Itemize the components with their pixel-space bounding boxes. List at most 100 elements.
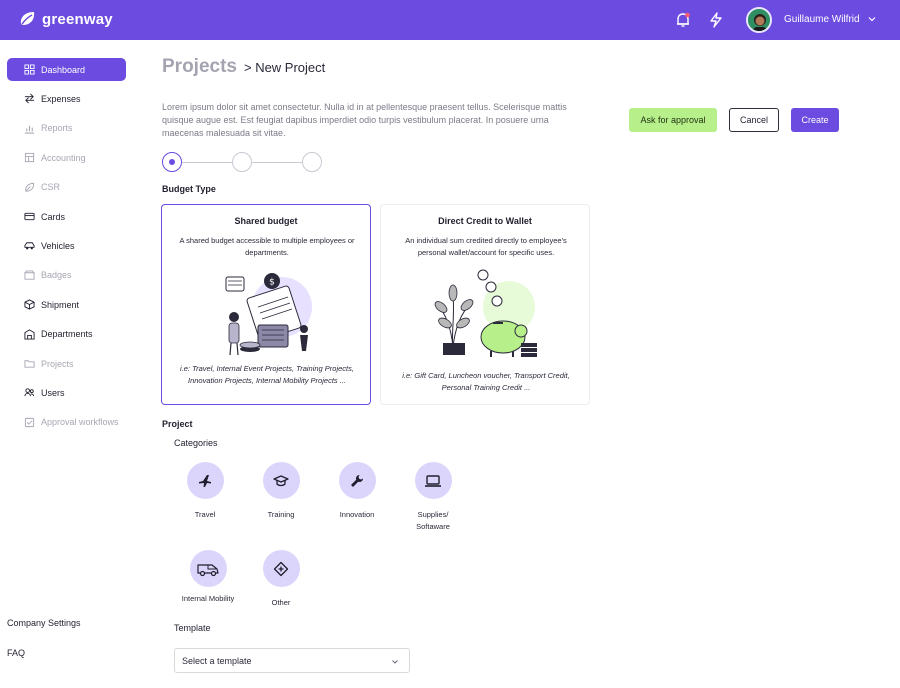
sidebar-item-expenses[interactable]: Expenses	[7, 87, 126, 110]
sidebar-item-label: Badges	[41, 270, 72, 281]
laptop-icon	[425, 474, 441, 487]
faq-link[interactable]: FAQ	[7, 648, 25, 658]
sidebar-item-label: Users	[41, 387, 65, 398]
category-label: Training	[267, 510, 295, 519]
wallet-credit-illustration	[434, 269, 537, 357]
category-other[interactable]: Other	[241, 550, 321, 609]
category-innovation[interactable]: Innovation	[317, 462, 397, 521]
category-circle	[262, 462, 300, 499]
category-circle	[338, 462, 376, 499]
template-select[interactable]: Select a template	[174, 648, 410, 673]
budget-card-description: An individual sum credited directly to e…	[405, 236, 567, 257]
sidebar-item-approval-workflows[interactable]: Approval workflows	[7, 411, 126, 434]
arrows-icon	[24, 93, 35, 104]
cancel-button[interactable]: Cancel	[729, 108, 779, 132]
sidebar-item-label: Projects	[41, 358, 74, 369]
user-name[interactable]: Guillaume Wilfrid	[784, 14, 860, 25]
stepper-line	[252, 162, 302, 163]
sidebar-item-departments[interactable]: Departments	[7, 323, 126, 346]
sidebar-item-vehicles[interactable]: Vehicles	[7, 234, 126, 257]
plane-icon	[199, 474, 211, 487]
brand-leaf-icon	[20, 12, 35, 25]
sidebar-item-label: Expenses	[41, 93, 81, 104]
company-settings-link[interactable]: Company Settings	[7, 618, 81, 628]
sidebar-item-dashboard[interactable]: Dashboard	[7, 58, 126, 81]
stepper-line	[182, 162, 232, 163]
users-icon	[24, 387, 35, 398]
ask-approval-button[interactable]: Ask for approval	[629, 108, 717, 132]
sidebar-item-cards[interactable]: Cards	[7, 205, 126, 228]
budget-card-shared[interactable]: Shared budget A shared budget accessible…	[161, 204, 371, 405]
sidebar-item-label: Approval workflows	[41, 417, 119, 428]
wrench-icon	[351, 474, 363, 487]
categories-title: Categories	[174, 438, 218, 448]
chevron-down-icon[interactable]	[866, 13, 878, 25]
card-icon	[24, 211, 35, 222]
template-select-value: Select a template	[182, 655, 252, 666]
notification-bell-icon[interactable]	[674, 11, 692, 29]
category-circle	[262, 550, 300, 587]
project-section-title: Project	[162, 419, 193, 429]
sidebar-item-label: Departments	[41, 329, 93, 340]
top-bar: greenway Guillaume Wilfrid	[0, 0, 900, 40]
graduation-cap-icon	[273, 474, 289, 486]
brand-logo[interactable]: greenway	[18, 9, 113, 29]
sidebar-item-badges[interactable]: Badges	[7, 264, 126, 287]
budget-card-examples: i.e: Travel, Internal Event Projects, Tr…	[180, 364, 354, 385]
category-circle	[186, 462, 224, 499]
category-label: Innovation	[339, 510, 375, 519]
category-circle	[414, 462, 452, 499]
sidebar-item-accounting[interactable]: Accounting	[7, 146, 126, 169]
step-2[interactable]	[232, 152, 252, 172]
page-title[interactable]: Projects	[162, 56, 237, 78]
category-circle	[189, 550, 227, 587]
step-1[interactable]	[162, 152, 182, 172]
sidebar-item-label: Accounting	[41, 152, 86, 163]
step-3[interactable]	[302, 152, 322, 172]
sidebar-item-reports[interactable]: Reports	[7, 117, 126, 140]
category-internal-mobility[interactable]: Internal Mobility	[168, 550, 248, 605]
diamond-plus-icon	[273, 561, 289, 576]
van-icon	[197, 563, 219, 576]
sidebar-item-label: Shipment	[41, 299, 80, 310]
chart-icon	[24, 123, 35, 134]
category-label: Supplies/ Softaware	[416, 510, 450, 531]
sidebar-item-label: CSR	[41, 182, 61, 193]
budget-card-examples: i.e: Gift Card, Luncheon voucher, Transp…	[402, 371, 570, 392]
template-title: Template	[174, 623, 211, 633]
folder-icon	[24, 358, 35, 369]
category-label: Other	[271, 598, 291, 607]
sidebar-item-shipment[interactable]: Shipment	[7, 293, 126, 316]
building-icon	[24, 328, 35, 340]
check-icon	[24, 417, 35, 428]
category-supplies-software[interactable]: Supplies/ Softaware	[393, 462, 473, 533]
sidebar-item-label: Cards	[41, 211, 66, 222]
lightning-icon[interactable]	[707, 11, 725, 29]
breadcrumb: Projects > New Project	[162, 56, 325, 78]
box-icon	[24, 299, 35, 310]
car-icon	[24, 240, 35, 251]
budget-card-direct-credit[interactable]: Direct Credit to Wallet An individual su…	[380, 204, 590, 405]
stepper	[162, 152, 322, 172]
create-button[interactable]: Create	[791, 108, 839, 132]
user-avatar[interactable]	[746, 7, 772, 33]
sidebar-item-projects[interactable]: Projects	[7, 352, 126, 375]
svg-text:$: $	[269, 278, 275, 288]
user-avatar-image	[748, 9, 770, 31]
sidebar-item-label: Dashboard	[41, 64, 86, 75]
grid-icon	[24, 64, 35, 75]
category-label: Internal Mobility	[181, 594, 235, 603]
sidebar-item-label: Reports	[41, 123, 73, 134]
ledger-icon	[24, 152, 35, 163]
sidebar-item-csr[interactable]: CSR	[7, 176, 126, 199]
budget-card-title: Direct Credit to Wallet	[438, 216, 532, 226]
category-training[interactable]: Training	[241, 462, 321, 521]
leaf-icon	[24, 182, 35, 193]
budget-card-description: A shared budget accessible to multiple e…	[179, 236, 355, 257]
chevron-down-icon	[392, 660, 398, 664]
sidebar-item-label: Vehicles	[41, 240, 75, 251]
brand-name: greenway	[42, 10, 113, 28]
category-travel[interactable]: Travel	[165, 462, 245, 521]
shared-budget-illustration: $	[225, 273, 312, 356]
sidebar-item-users[interactable]: Users	[7, 381, 126, 404]
